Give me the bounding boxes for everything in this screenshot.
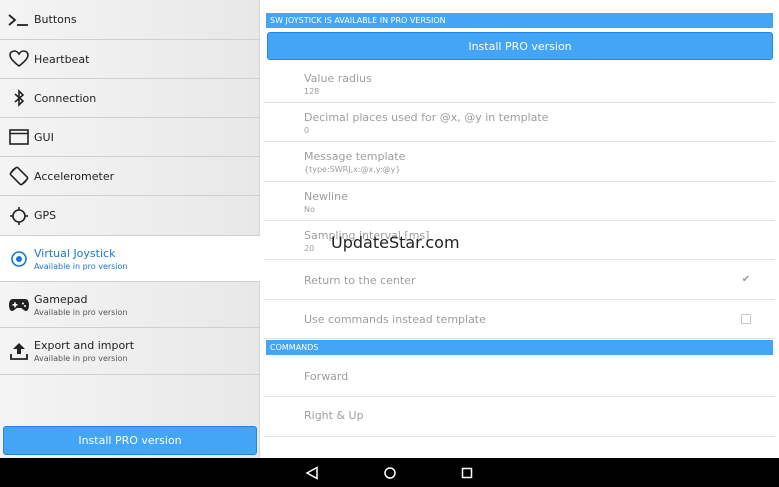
sidebar-item-accelerometer[interactable]: Accelerometer xyxy=(0,157,260,196)
section-header-pro: SW JOYSTICK IS AVAILABLE IN PRO VERSION xyxy=(266,13,773,28)
sidebar-item-label: Export and import xyxy=(34,339,135,352)
recents-icon[interactable] xyxy=(458,464,476,482)
gamepad-icon xyxy=(8,294,30,316)
sidebar-item-gamepad[interactable]: Gamepad Available in pro version xyxy=(0,282,260,328)
sidebar-item-connection[interactable]: Connection xyxy=(0,79,260,118)
pref-command-right-up[interactable]: Right & Up xyxy=(264,397,775,437)
sidebar-item-heartbeat[interactable]: Heartbeat xyxy=(0,40,260,79)
sidebar-item-export-import[interactable]: Export and import Available in pro versi… xyxy=(0,328,260,375)
pref-value: 0 xyxy=(304,126,310,135)
pref-title: Return to the center xyxy=(304,274,416,287)
heart-icon xyxy=(8,48,30,70)
pref-value: {type:SWRJ,x:@x,y:@y} xyxy=(304,165,401,174)
sidebar-item-label: Connection xyxy=(34,91,97,105)
app-root: Buttons Heartbeat Connection GUI Acceler xyxy=(0,0,779,487)
sidebar-item-label: GPS xyxy=(34,209,57,222)
sidebar-item-virtual-joystick[interactable]: Virtual Joystick Available in pro versio… xyxy=(0,236,260,282)
terminal-icon xyxy=(8,9,30,31)
sidebar-item-label: GUI xyxy=(34,130,54,144)
pref-title: Right & Up xyxy=(304,409,364,422)
back-icon[interactable] xyxy=(303,464,321,482)
screen-rotation-icon xyxy=(8,165,30,187)
settings-panel: SW JOYSTICK IS AVAILABLE IN PRO VERSION … xyxy=(264,0,779,458)
window-icon xyxy=(8,126,30,148)
home-icon[interactable] xyxy=(381,464,399,482)
pref-value: 20 xyxy=(304,244,315,253)
sidebar-item-label: Buttons xyxy=(34,13,77,26)
section-header-commands: COMMANDS xyxy=(266,340,773,355)
checkbox-unchecked-icon[interactable] xyxy=(741,314,751,324)
pref-title: Value radius xyxy=(304,72,372,85)
pref-value: No xyxy=(304,205,315,214)
pref-title: Forward xyxy=(304,370,349,383)
pref-title: Use commands instead template xyxy=(304,313,486,326)
pref-title: Message template xyxy=(304,150,406,163)
pref-title: Decimal places used for @x, @y in templa… xyxy=(304,111,549,124)
sidebar-item-label: Accelerometer xyxy=(34,169,115,183)
sidebar-item-sublabel: Available in pro version xyxy=(34,354,128,363)
system-nav-bar xyxy=(0,458,779,487)
sidebar-item-sublabel: Available in pro version xyxy=(34,261,128,271)
sidebar-item-label: Heartbeat xyxy=(34,52,90,66)
sidebar-install-pro-button[interactable]: Install PRO version xyxy=(3,426,257,455)
pref-message-template[interactable]: Message template {type:SWRJ,x:@x,y:@y} xyxy=(264,142,775,182)
sidebar-item-gui[interactable]: GUI xyxy=(0,118,260,157)
sidebar-item-sublabel: Available in pro version xyxy=(34,307,128,317)
watermark: UpdateStar.com xyxy=(331,233,460,252)
sidebar-item-gps[interactable]: GPS xyxy=(0,196,260,236)
pref-newline[interactable]: Newline No xyxy=(264,182,775,221)
gps-crosshair-icon xyxy=(8,205,30,227)
sidebar: Buttons Heartbeat Connection GUI Acceler xyxy=(0,0,260,458)
sidebar-item-label: Virtual Joystick xyxy=(34,246,116,260)
install-pro-button[interactable]: Install PRO version xyxy=(267,32,773,60)
pref-command-forward[interactable]: Forward xyxy=(264,357,775,397)
pref-value-radius[interactable]: Value radius 128 xyxy=(264,64,775,103)
sidebar-item-buttons[interactable]: Buttons xyxy=(0,0,260,40)
pref-title: Newline xyxy=(304,190,348,203)
checkbox-checked-icon[interactable]: ✔ xyxy=(741,274,751,285)
pref-return-to-center[interactable]: Return to the center ✔ xyxy=(264,260,775,300)
bluetooth-icon xyxy=(8,87,30,109)
pref-decimal-places[interactable]: Decimal places used for @x, @y in templa… xyxy=(264,103,775,142)
radio-dot-icon xyxy=(8,248,30,270)
pref-use-commands[interactable]: Use commands instead template xyxy=(264,300,775,339)
sidebar-item-label: Gamepad xyxy=(34,292,88,306)
pref-value: 128 xyxy=(304,87,320,96)
upload-icon xyxy=(8,340,30,362)
